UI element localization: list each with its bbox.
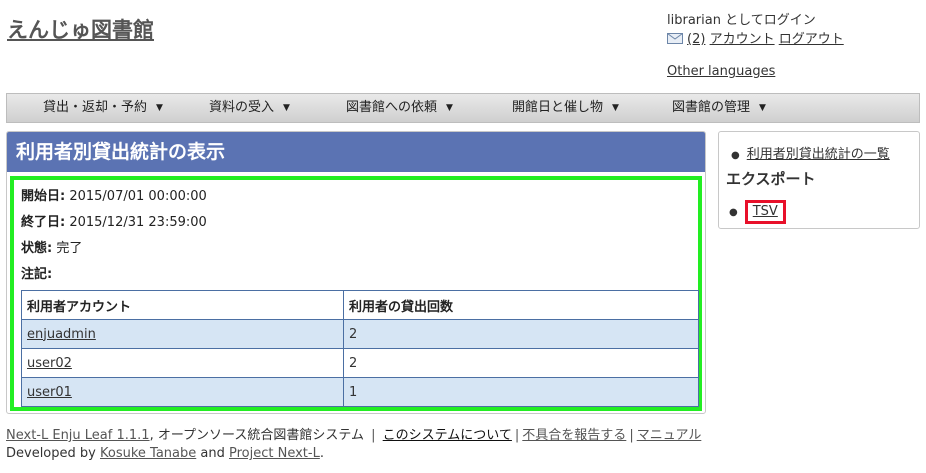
menu-label: 貸出・返却・予約 xyxy=(43,100,148,115)
menu-events[interactable]: 開館日と催し物 ▼ xyxy=(512,94,619,122)
divider: | xyxy=(629,428,634,443)
footer-line-2: Developed by Kosuke Tanabe and Project N… xyxy=(6,445,701,463)
menu-acquisition[interactable]: 資料の受入 ▼ xyxy=(209,94,290,122)
report-bug-link[interactable]: 不具合を報告する xyxy=(522,428,626,443)
count-cell: 2 xyxy=(343,348,699,378)
field-label: 状態: xyxy=(21,241,53,256)
menu-label: 図書館の管理 xyxy=(672,100,751,115)
column-header-account: 利用者アカウント xyxy=(21,290,344,320)
account-link[interactable]: アカウント xyxy=(710,32,775,47)
field-value: 2015/12/31 23:59:00 xyxy=(69,215,207,230)
start-date-field: 開始日: 2015/07/01 00:00:00 xyxy=(21,186,691,212)
field-label: 開始日: xyxy=(21,189,66,204)
menu-label: 図書館への依頼 xyxy=(346,100,438,115)
chevron-down-icon: ▼ xyxy=(612,103,619,113)
sidebar: ● 利用者別貸出統計の一覧 エクスポート ● TSV xyxy=(718,131,920,229)
site-title-link[interactable]: えんじゅ図書館 xyxy=(7,14,154,44)
login-box: librarian としてログイン (2) アカウント ログアウト xyxy=(667,11,844,49)
period-text: . xyxy=(319,446,324,461)
field-label: 終了日: xyxy=(21,215,66,230)
count-cell: 1 xyxy=(343,377,699,407)
table-row: user02 2 xyxy=(21,348,699,378)
user-link[interactable]: user01 xyxy=(27,385,72,400)
list-item: ● TSV xyxy=(729,200,786,224)
chevron-down-icon: ▼ xyxy=(759,103,766,113)
table-row: enjuadmin 2 xyxy=(21,319,699,349)
user-checkout-stats-table: 利用者アカウント 利用者の貸出回数 enjuadmin 2 user02 2 u… xyxy=(21,290,699,407)
account-cell: enjuadmin xyxy=(21,319,344,349)
divider: | xyxy=(367,428,380,443)
page-title: 利用者別貸出統計の表示 xyxy=(7,132,705,172)
divider: | xyxy=(514,428,520,443)
statistics-detail-box: 開始日: 2015/07/01 00:00:00 終了日: 2015/12/31… xyxy=(10,176,702,411)
account-cell: user02 xyxy=(21,348,344,378)
account-links: (2) アカウント ログアウト xyxy=(667,30,844,49)
user-link[interactable]: enjuadmin xyxy=(27,327,96,342)
author-link[interactable]: Kosuke Tanabe xyxy=(100,446,196,461)
menu-label: 開館日と催し物 xyxy=(512,100,604,115)
note-field: 注記: xyxy=(21,264,691,290)
menu-requests[interactable]: 図書館への依頼 ▼ xyxy=(346,94,453,122)
menu-management[interactable]: 図書館の管理 ▼ xyxy=(672,94,766,122)
main-menu-bar: 貸出・返却・予約 ▼ 資料の受入 ▼ 図書館への依頼 ▼ 開館日と催し物 ▼ 図書館の管… xyxy=(6,93,920,123)
account-cell: user01 xyxy=(21,377,344,407)
bullet-icon: ● xyxy=(731,150,740,161)
main-panel: 利用者別貸出統計の表示 開始日: 2015/07/01 00:00:00 終了日… xyxy=(6,131,706,414)
footer: Next-L Enju Leaf 1.1.1, オープンソース統合図書館システム… xyxy=(6,427,701,463)
product-link[interactable]: Next-L Enju Leaf 1.1.1 xyxy=(6,428,150,443)
user-link[interactable]: user02 xyxy=(27,356,72,371)
login-status: librarian としてログイン xyxy=(667,13,816,28)
manual-link[interactable]: マニュアル xyxy=(637,428,702,443)
count-cell: 2 xyxy=(343,319,699,349)
mail-icon[interactable] xyxy=(667,33,683,44)
table-row: user01 1 xyxy=(21,377,699,407)
project-link[interactable]: Project Next-L xyxy=(229,446,320,461)
menu-label: 資料の受入 xyxy=(209,100,275,115)
field-value: 完了 xyxy=(56,241,83,256)
footer-line-1: Next-L Enju Leaf 1.1.1, オープンソース統合図書館システム… xyxy=(6,427,701,445)
export-heading: エクスポート xyxy=(726,170,816,188)
product-suffix: , オープンソース統合図書館システム xyxy=(149,428,365,443)
field-value: 2015/07/01 00:00:00 xyxy=(69,189,207,204)
and-text: and xyxy=(200,446,225,461)
chevron-down-icon: ▼ xyxy=(156,103,163,113)
chevron-down-icon: ▼ xyxy=(446,103,453,113)
end-date-field: 終了日: 2015/12/31 23:59:00 xyxy=(21,212,691,238)
logout-link[interactable]: ログアウト xyxy=(779,32,844,47)
chevron-down-icon: ▼ xyxy=(283,103,290,113)
about-link[interactable]: このシステムについて xyxy=(383,428,512,443)
developed-by-text: Developed by xyxy=(6,446,96,461)
other-languages-link[interactable]: Other languages xyxy=(667,64,775,79)
menu-circulation[interactable]: 貸出・返却・予約 ▼ xyxy=(43,94,163,122)
stats-list-link[interactable]: 利用者別貸出統計の一覧 xyxy=(747,147,890,162)
tsv-highlight: TSV xyxy=(744,200,786,224)
list-item: ● 利用者別貸出統計の一覧 xyxy=(731,143,890,162)
bullet-icon: ● xyxy=(729,207,738,218)
tsv-export-link[interactable]: TSV xyxy=(753,204,778,219)
table-header-row: 利用者アカウント 利用者の貸出回数 xyxy=(21,290,699,320)
status-field: 状態: 完了 xyxy=(21,238,691,264)
message-count-link[interactable]: (2) xyxy=(687,32,705,47)
column-header-count: 利用者の貸出回数 xyxy=(343,290,699,320)
field-label: 注記: xyxy=(21,267,53,282)
